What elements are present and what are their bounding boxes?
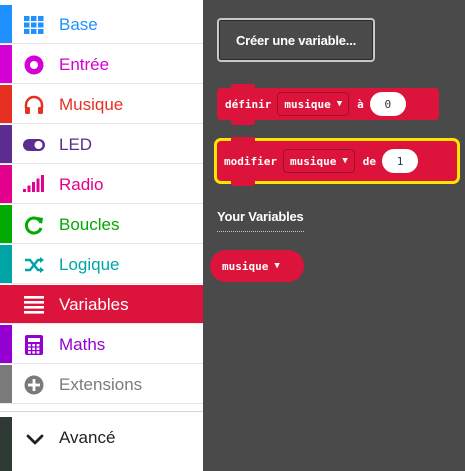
change-connector: de [362,154,377,168]
block-tab [231,119,255,125]
category-color-stripe [0,205,12,243]
variable-name: musique [284,97,331,111]
category-color-stripe [0,45,12,83]
your-variables-heading: Your Variables [217,209,304,232]
category-label: Variables [59,295,129,314]
input-circle-icon [23,54,45,76]
category-color-stripe [0,165,12,203]
category-label: Logique [59,255,120,274]
set-keyword: définir [225,97,272,111]
shuffle-icon [23,254,45,276]
category-radio[interactable]: Radio [0,165,203,204]
category-extensions[interactable]: Extensions [0,365,203,404]
category-musique[interactable]: Musique [0,85,203,124]
category-label: Radio [59,175,104,194]
category-label: Maths [59,335,106,354]
category-color-stripe [0,85,12,123]
grid-icon [23,14,45,36]
category-label: Extensions [59,375,143,394]
block-tab [231,180,255,186]
value-input[interactable]: 1 [382,149,419,173]
category-advanced[interactable]: Avancé [0,411,203,471]
set-connector: à [357,97,364,111]
caret-down-icon: ▼ [342,156,348,166]
variable-name: musique [289,154,337,168]
category-label: Entrée [59,55,110,74]
variable-reporter-block[interactable]: musique ▼ [210,250,304,282]
toolbox: Base Entrée Musique LED Radio Boucles Logique V… [0,0,203,471]
category-led[interactable]: LED [0,125,203,164]
calculator-icon [23,334,45,356]
category-color-stripe [0,325,12,363]
toggle-icon [23,134,45,156]
value-input[interactable]: 0 [369,92,406,116]
refresh-icon [23,214,45,236]
category-variables[interactable]: Variables [0,285,203,324]
block-notch [231,84,255,90]
variable-dropdown[interactable]: musique ▼ [282,149,355,173]
category-color-stripe [0,417,12,471]
headphones-icon [23,94,45,116]
block-notch [231,137,255,143]
category-entree[interactable]: Entrée [0,45,203,84]
category-label: Avancé [59,428,116,447]
category-label: Boucles [59,215,120,234]
change-keyword: modifier [224,154,277,168]
set-variable-block[interactable]: définir musique ▼ à 0 [217,84,439,125]
category-color-stripe [0,365,12,403]
category-color-stripe [0,125,12,163]
plus-circle-icon [23,374,45,396]
variable-dropdown[interactable]: musique ▼ [277,92,350,116]
category-label: Musique [59,95,124,114]
signal-bars-icon [23,174,45,196]
category-color-stripe [0,5,12,43]
category-boucles[interactable]: Boucles [0,205,203,244]
category-logique[interactable]: Logique [0,245,203,284]
category-color-stripe [0,285,12,323]
category-base[interactable]: Base [0,5,203,44]
category-label: LED [59,135,93,154]
caret-down-icon: ▼ [274,261,280,271]
category-label: Base [59,15,98,34]
list-lines-icon [23,294,45,316]
category-color-stripe [0,245,12,283]
change-variable-block[interactable]: modifier musique ▼ de 1 [214,137,460,186]
create-variable-button[interactable]: Créer une variable... [217,18,375,62]
caret-down-icon: ▼ [336,99,343,109]
variable-name: musique [222,259,269,273]
chevron-down-icon [25,429,45,449]
category-maths[interactable]: Maths [0,325,203,364]
